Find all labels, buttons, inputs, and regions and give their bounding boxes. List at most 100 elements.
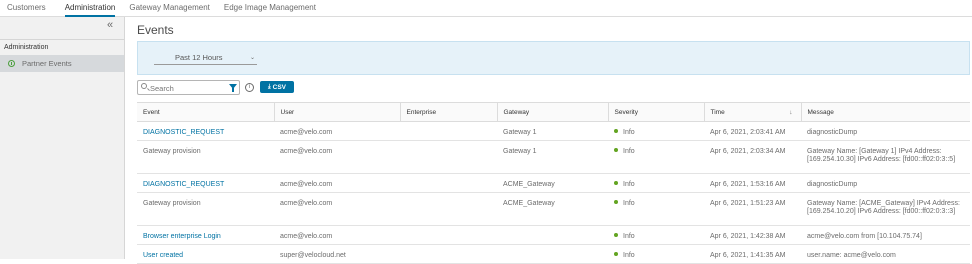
status-dot-icon	[614, 233, 618, 237]
event-cell: Gateway provision	[137, 140, 274, 174]
event-link[interactable]: DIAGNOSTIC_REQUEST	[143, 181, 224, 188]
tab-customers[interactable]: Customers	[7, 0, 46, 17]
gateway-cell: Gateway 1	[497, 140, 608, 174]
severity-cell: Info	[608, 192, 704, 226]
time-cell: Apr 6, 2021, 2:03:34 AM	[704, 140, 801, 174]
severity-cell: Info	[608, 225, 704, 245]
tab-edge-image-management[interactable]: Edge Image Management	[224, 0, 316, 17]
sidebar-item-partner-events[interactable]: Partner Events	[0, 55, 124, 72]
status-dot-icon	[614, 252, 618, 256]
time-cell: Apr 6, 2021, 1:42:38 AM	[704, 225, 801, 245]
table-row: Gateway provision acme@velo.com ACME_Gat…	[137, 192, 970, 226]
event-cell: Gateway provision	[137, 192, 274, 226]
time-cell: Apr 6, 2021, 1:51:23 AM	[704, 192, 801, 226]
event-cell[interactable]: User created	[137, 244, 274, 264]
chevron-down-icon: ⌄	[249, 55, 255, 61]
message-cell: Gateway Name: [ACME_Gateway] IPv4 Addres…	[801, 192, 970, 226]
collapse-sidebar-icon[interactable]: «	[107, 20, 113, 31]
severity-label: Info	[623, 148, 635, 155]
events-icon	[8, 60, 15, 67]
events-table: Event User Enterprise Gateway Severity T…	[137, 102, 970, 264]
column-header-user[interactable]: User	[273, 102, 400, 122]
time-range-value: Past 12 Hours	[175, 53, 223, 62]
column-header-event[interactable]: Event	[137, 102, 274, 122]
user-cell: acme@velo.com	[274, 192, 400, 226]
column-header-enterprise[interactable]: Enterprise	[399, 102, 497, 122]
severity-cell: Info	[608, 140, 704, 174]
severity-cell: Info	[608, 244, 704, 264]
time-range-select[interactable]: Past 12 Hours ⌄	[154, 51, 257, 65]
event-link[interactable]: DIAGNOSTIC_REQUEST	[143, 129, 224, 136]
enterprise-cell	[400, 121, 497, 141]
table-row: Browser enterprise Login acme@velo.com I…	[137, 225, 970, 245]
tab-gateway-management[interactable]: Gateway Management	[129, 0, 210, 17]
time-cell: Apr 6, 2021, 1:41:35 AM	[704, 244, 801, 264]
user-cell: super@velocloud.net	[274, 244, 400, 264]
sidebar-item-label: Partner Events	[22, 59, 72, 68]
gateway-cell: ACME_Gateway	[497, 192, 608, 226]
time-cell: Apr 6, 2021, 2:03:41 AM	[704, 121, 801, 141]
column-header-time-label: Time	[710, 108, 725, 116]
severity-label: Info	[623, 252, 635, 259]
user-cell: acme@velo.com	[274, 140, 400, 174]
severity-label: Info	[623, 200, 635, 207]
enterprise-cell	[400, 192, 497, 226]
enterprise-cell	[400, 244, 497, 264]
search-box	[137, 80, 240, 95]
event-cell[interactable]: DIAGNOSTIC_REQUEST	[137, 121, 274, 141]
gateway-cell	[497, 244, 608, 264]
time-cell: Apr 6, 2021, 1:53:16 AM	[704, 173, 801, 193]
event-link[interactable]: User created	[143, 252, 183, 259]
status-dot-icon	[614, 181, 618, 185]
status-dot-icon	[614, 200, 618, 204]
enterprise-cell	[400, 140, 497, 174]
filter-panel: Past 12 Hours ⌄	[137, 41, 970, 75]
event-link[interactable]: Browser enterprise Login	[143, 233, 221, 240]
user-cell: acme@velo.com	[274, 225, 400, 245]
event-cell[interactable]: Browser enterprise Login	[137, 225, 274, 245]
gateway-cell	[497, 225, 608, 245]
severity-cell: Info	[608, 173, 704, 193]
column-header-time[interactable]: Time ↓	[703, 102, 801, 122]
gateway-cell: Gateway 1	[497, 121, 608, 141]
column-header-severity[interactable]: Severity	[607, 102, 704, 122]
status-dot-icon	[614, 148, 618, 152]
enterprise-cell	[400, 225, 497, 245]
table-row: Gateway provision acme@velo.com Gateway …	[137, 140, 970, 174]
enterprise-cell	[400, 173, 497, 193]
severity-label: Info	[623, 233, 635, 240]
message-cell: Gateway Name: [Gateway 1] IPv4 Address: …	[801, 140, 970, 174]
info-icon[interactable]: i	[245, 83, 254, 92]
search-icon	[141, 83, 147, 89]
column-header-gateway[interactable]: Gateway	[496, 102, 608, 122]
user-cell: acme@velo.com	[274, 173, 400, 193]
search-input[interactable]	[150, 83, 225, 93]
csv-export-button[interactable]: ⤓ CSV	[260, 81, 294, 93]
tab-administration[interactable]: Administration	[64, 0, 116, 17]
message-cell: acme@velo.com from [10.104.75.74]	[801, 225, 970, 245]
table-row: DIAGNOSTIC_REQUEST acme@velo.com ACME_Ga…	[137, 173, 970, 193]
download-icon: ⤓	[267, 83, 271, 90]
sidebar-divider	[0, 39, 124, 40]
table-header-row: Event User Enterprise Gateway Severity T…	[137, 102, 970, 122]
filter-funnel-icon[interactable]	[229, 84, 237, 92]
gateway-cell: ACME_Gateway	[497, 173, 608, 193]
sort-descending-icon[interactable]: ↓	[789, 109, 792, 116]
severity-cell: Info	[608, 121, 704, 141]
severity-label: Info	[623, 129, 635, 136]
table-row: DIAGNOSTIC_REQUEST acme@velo.com Gateway…	[137, 121, 970, 141]
event-cell[interactable]: DIAGNOSTIC_REQUEST	[137, 173, 274, 193]
message-cell: diagnosticDump	[801, 173, 970, 193]
csv-label: CSV	[272, 83, 287, 91]
status-dot-icon	[614, 129, 618, 133]
page-title: Events	[137, 23, 174, 37]
table-row: User created super@velocloud.net Info Ap…	[137, 244, 970, 264]
sidebar: « Administration Partner Events	[0, 17, 125, 259]
main-content: Events Past 12 Hours ⌄ i ⤓ CSV Event Use…	[125, 17, 972, 264]
column-header-message[interactable]: Message	[800, 102, 970, 122]
user-cell: acme@velo.com	[274, 121, 400, 141]
severity-label: Info	[623, 181, 635, 188]
message-cell: diagnosticDump	[801, 121, 970, 141]
sidebar-section-title: Administration	[4, 44, 49, 51]
message-cell: user.name: acme@velo.com	[801, 244, 970, 264]
